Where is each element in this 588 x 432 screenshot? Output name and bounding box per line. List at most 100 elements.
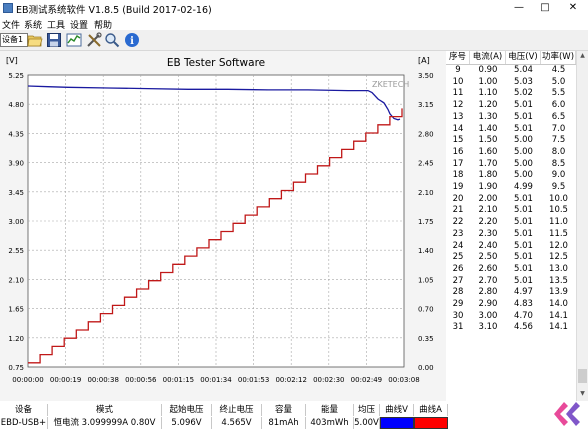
- cell-voltage: 5.01: [514, 111, 533, 122]
- y-right-tick-label: 0.35: [418, 335, 434, 343]
- scroll-thumb[interactable]: [578, 369, 587, 383]
- cell-power: 7.0: [551, 123, 566, 134]
- y-left-tick-label: 1.20: [8, 335, 24, 343]
- cell-voltage: 5.00: [514, 158, 533, 169]
- table-row[interactable]: 17 1.70 5.00 8.5: [446, 159, 576, 171]
- cell-current: 2.30: [478, 228, 498, 239]
- table-row[interactable]: 12 1.20 5.01 6.0: [446, 100, 576, 112]
- cell-power: 11.5: [549, 228, 568, 239]
- cell-power: 13.0: [549, 263, 568, 274]
- cell-current: 1.40: [478, 123, 498, 134]
- status-end-voltage: 4.565V: [212, 417, 262, 429]
- cell-power: 13.5: [549, 275, 568, 286]
- table-row[interactable]: 19 1.90 4.99 9.5: [446, 182, 576, 194]
- table-row[interactable]: 25 2.50 5.01 12.5: [446, 252, 576, 264]
- cell-current: 2.00: [478, 193, 498, 204]
- status-capacity: 81mAh: [262, 417, 306, 429]
- cell-power: 10.0: [549, 193, 568, 204]
- col-header-index[interactable]: 序号: [446, 51, 470, 64]
- cell-index: 28: [452, 287, 464, 298]
- y-right-tick-label: 2.80: [418, 130, 434, 138]
- search-icon[interactable]: [104, 32, 120, 48]
- y-left-tick-label: 0.75: [8, 364, 24, 372]
- cell-power: 14.1: [549, 322, 568, 333]
- cell-current: 1.50: [478, 135, 498, 146]
- cell-voltage: 5.01: [514, 240, 533, 251]
- status-device: EBD-USB+: [0, 417, 48, 429]
- cell-index: 30: [452, 310, 464, 321]
- table-row[interactable]: 9 0.90 5.04 4.5: [446, 65, 576, 77]
- chart-icon[interactable]: [66, 32, 82, 48]
- cell-voltage: 4.99: [514, 182, 533, 192]
- col-header-current[interactable]: 电流(A): [470, 51, 506, 64]
- curve-a-swatch[interactable]: [414, 417, 448, 429]
- cell-voltage: 5.00: [514, 170, 533, 181]
- status-header-curve-v: 曲线V: [380, 404, 414, 416]
- cell-power: 5.5: [551, 88, 566, 99]
- cell-current: 3.00: [478, 310, 498, 321]
- cell-voltage: 5.01: [514, 217, 533, 228]
- cell-voltage: 4.70: [514, 310, 533, 321]
- table-row[interactable]: 27 2.70 5.01 13.5: [446, 276, 576, 288]
- x-tick-label: 00:02:30: [313, 376, 344, 384]
- cell-current: 2.70: [478, 275, 498, 286]
- tools-icon[interactable]: [86, 32, 102, 48]
- table-scrollbar[interactable]: ▲ ▼: [576, 51, 588, 401]
- cell-voltage: 4.56: [514, 322, 533, 333]
- col-header-power[interactable]: 功率(W): [541, 51, 576, 64]
- table-row[interactable]: 30 3.00 4.70 14.1: [446, 311, 576, 323]
- cell-voltage: 5.01: [514, 123, 533, 134]
- table-row[interactable]: 14 1.40 5.01 7.0: [446, 124, 576, 136]
- table-row[interactable]: 29 2.90 4.83 14.0: [446, 299, 576, 311]
- curve-v-swatch[interactable]: [380, 417, 414, 429]
- y-right-tick-label: 2.10: [418, 189, 434, 197]
- cell-power: 9.5: [551, 182, 566, 192]
- y-right-tick-label: 1.75: [418, 218, 434, 226]
- open-icon[interactable]: [27, 32, 43, 48]
- x-tick-label: 00:00:38: [87, 376, 118, 384]
- info-icon[interactable]: i: [124, 32, 140, 48]
- cell-voltage: 5.03: [514, 76, 533, 87]
- table-row[interactable]: 18 1.80 5.00 9.0: [446, 170, 576, 182]
- right-axis-unit: [A]: [418, 56, 430, 65]
- cell-power: 14.0: [549, 299, 568, 309]
- close-button[interactable]: ✕: [560, 0, 586, 17]
- table-row[interactable]: 26 2.60 5.01 13.0: [446, 264, 576, 276]
- cell-power: 13.9: [549, 287, 568, 298]
- scroll-up-icon[interactable]: ▲: [578, 51, 587, 61]
- table-row[interactable]: 22 2.20 5.01 11.0: [446, 217, 576, 229]
- table-row[interactable]: 16 1.60 5.00 8.0: [446, 147, 576, 159]
- table-row[interactable]: 28 2.80 4.97 13.9: [446, 287, 576, 299]
- table-row[interactable]: 21 2.10 5.01 10.5: [446, 205, 576, 217]
- cell-current: 2.20: [478, 217, 498, 228]
- table-row[interactable]: 23 2.30 5.01 11.5: [446, 229, 576, 241]
- table-row[interactable]: 11 1.10 5.02 5.5: [446, 88, 576, 100]
- table-row[interactable]: 15 1.50 5.00 7.5: [446, 135, 576, 147]
- cell-power: 4.5: [551, 65, 566, 75]
- status-panel: 设备 模式 起始电压 终止电压 容量 能量 均压 曲线V 曲线A EBD-USB+ 恒电流 3.0…: [0, 402, 448, 432]
- cell-current: 2.60: [478, 263, 498, 274]
- cell-index: 25: [452, 252, 464, 263]
- svg-text:i: i: [130, 36, 134, 47]
- cell-index: 21: [452, 205, 464, 216]
- cell-power: 5.0: [551, 76, 566, 87]
- cell-power: 6.5: [551, 111, 566, 122]
- table-row[interactable]: 24 2.40 5.01 12.0: [446, 241, 576, 253]
- chart-watermark: ZKETECH: [372, 80, 409, 89]
- col-header-voltage[interactable]: 电压(V): [506, 51, 541, 64]
- device-select[interactable]: 设备1: [0, 33, 28, 47]
- y-left-tick-label: 2.55: [8, 247, 24, 255]
- minimize-button[interactable]: —: [506, 0, 532, 17]
- table-row[interactable]: 13 1.30 5.01 6.5: [446, 112, 576, 124]
- status-header-start-voltage: 起始电压: [162, 404, 212, 416]
- maximize-button[interactable]: □: [532, 0, 558, 17]
- chart-title: EB Tester Software: [167, 57, 265, 69]
- y-left-tick-label: 3.90: [8, 160, 24, 168]
- save-icon[interactable]: [46, 32, 62, 48]
- table-row[interactable]: 20 2.00 5.01 10.0: [446, 194, 576, 206]
- table-row[interactable]: 10 1.00 5.03 5.0: [446, 77, 576, 89]
- cell-current: 1.10: [478, 88, 498, 99]
- x-tick-label: 00:00:00: [12, 376, 43, 384]
- status-mode: 恒电流 3.099999A 0.80V: [48, 417, 162, 429]
- table-row[interactable]: 31 3.10 4.56 14.1: [446, 322, 576, 334]
